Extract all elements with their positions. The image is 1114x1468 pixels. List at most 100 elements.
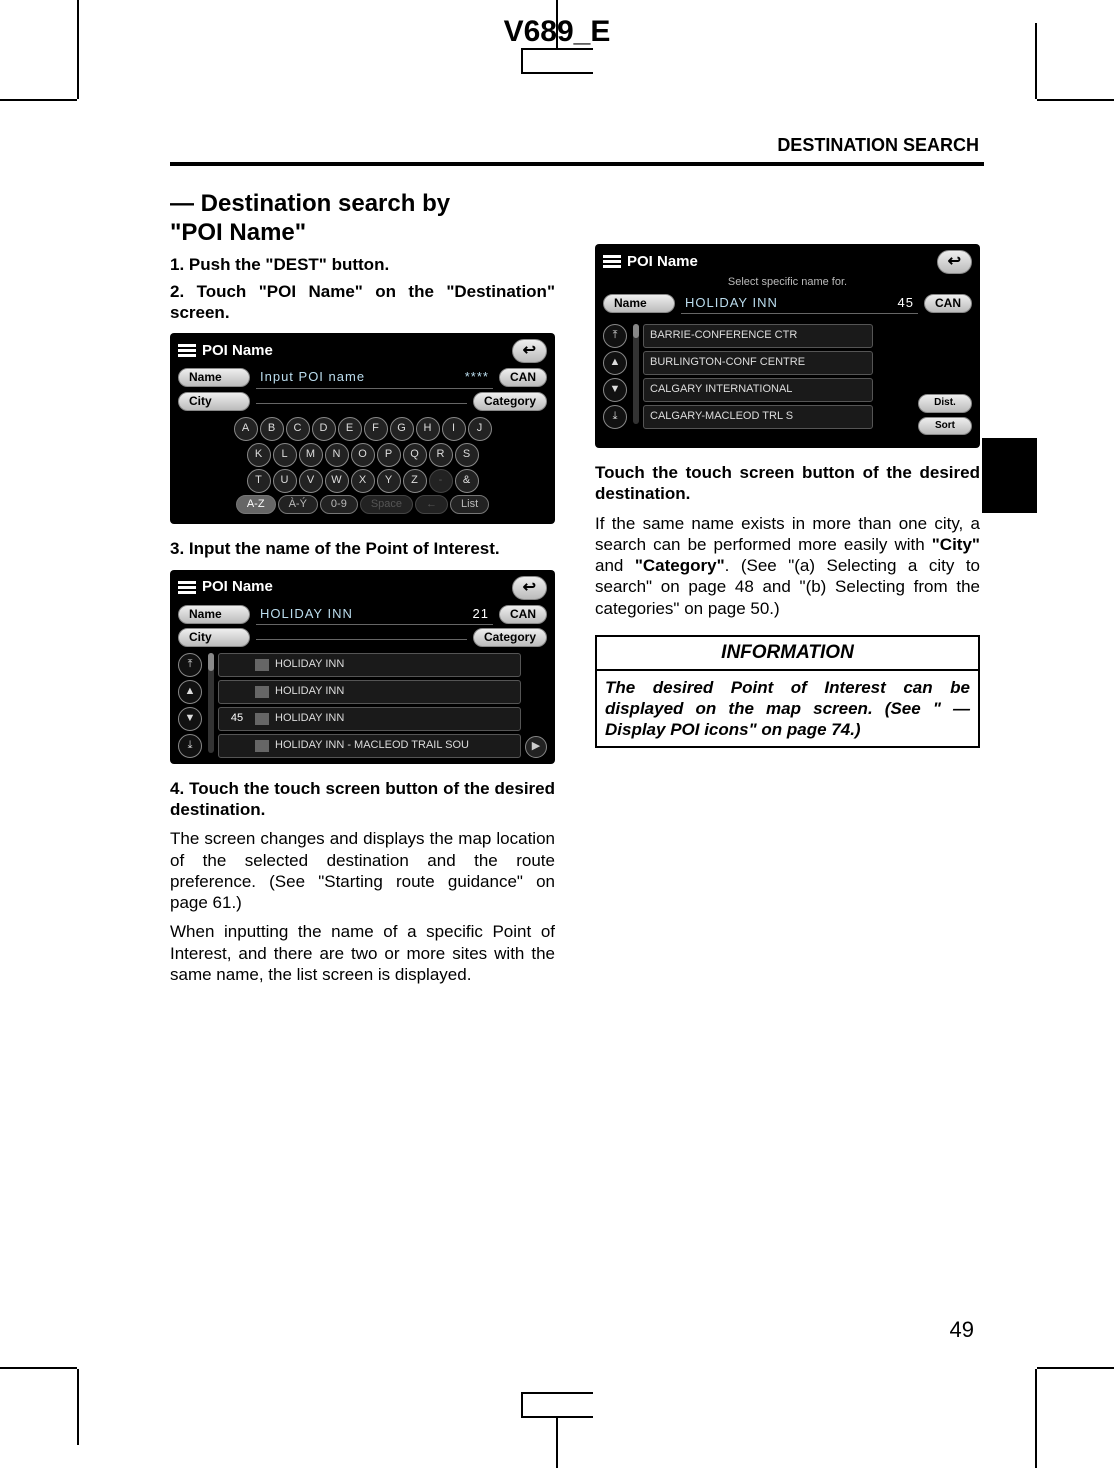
screen-title: POI Name xyxy=(627,253,931,272)
dist-button[interactable]: Dist. xyxy=(918,394,972,413)
back-button[interactable]: ↩ xyxy=(937,250,972,274)
section-title: — Destination search by "POI Name" xyxy=(170,190,555,248)
list-item[interactable]: HOLIDAY INN xyxy=(218,680,521,704)
screenshot-poi-results: POI Name ↩ Name HOLIDAY INN 21 CAN City … xyxy=(170,570,555,764)
city-input[interactable] xyxy=(256,399,467,404)
category-button[interactable]: Category xyxy=(473,392,547,411)
next-page-button[interactable]: ▶ xyxy=(525,736,547,758)
list-item[interactable]: BARRIE-CONFERENCE CTR xyxy=(643,324,873,348)
list-item-count: 45 xyxy=(225,712,249,726)
list-item[interactable]: BURLINGTON-CONF CENTRE xyxy=(643,351,873,375)
scroll-down-button[interactable]: ▼ xyxy=(603,378,627,402)
name-button[interactable]: Name xyxy=(178,605,250,624)
r2c: and xyxy=(595,556,635,575)
city-button[interactable]: City xyxy=(178,392,250,411)
scroll-bottom-button[interactable]: ⤓ xyxy=(603,405,627,429)
mode-accent-button[interactable]: À-Ý xyxy=(278,495,318,515)
city-button[interactable]: City xyxy=(178,628,250,647)
key-v[interactable]: V xyxy=(299,469,323,493)
name-input[interactable]: Input POI name **** xyxy=(256,367,493,388)
key-a[interactable]: A xyxy=(234,417,258,441)
key-h[interactable]: H xyxy=(416,417,440,441)
sort-button[interactable]: Sort xyxy=(918,417,972,436)
list-item[interactable]: CALGARY INTERNATIONAL xyxy=(643,378,873,402)
list-item[interactable]: CALGARY-MACLEOD TRL S xyxy=(643,405,873,429)
scroll-up-button[interactable]: ▲ xyxy=(178,680,202,704)
name-button[interactable]: Name xyxy=(603,294,675,313)
key--[interactable]: - xyxy=(429,469,453,493)
scroll-up-button[interactable]: ▲ xyxy=(603,351,627,375)
key-b[interactable]: B xyxy=(260,417,284,441)
scroll-bottom-button[interactable]: ⤓ xyxy=(178,734,202,758)
key-p[interactable]: P xyxy=(377,443,401,467)
result-count: 21 xyxy=(473,606,489,622)
key-c[interactable]: C xyxy=(286,417,310,441)
screenshot-poi-specific: POI Name ↩ Select specific name for. Nam… xyxy=(595,244,980,448)
back-button[interactable]: ↩ xyxy=(512,576,547,600)
list-item-label: CALGARY-MACLEOD TRL S xyxy=(650,410,793,424)
name-placeholder: Input POI name xyxy=(260,369,365,385)
scrollbar-thumb[interactable] xyxy=(633,324,639,338)
key-e[interactable]: E xyxy=(338,417,362,441)
list-item[interactable]: 45HOLIDAY INN xyxy=(218,707,521,731)
scrollbar[interactable] xyxy=(633,324,639,424)
key-n[interactable]: N xyxy=(325,443,349,467)
header-rule xyxy=(170,162,984,166)
mode-az-button[interactable]: A-Z xyxy=(236,495,276,515)
page-number: 49 xyxy=(950,1317,974,1343)
key-o[interactable]: O xyxy=(351,443,375,467)
key-u[interactable]: U xyxy=(273,469,297,493)
screen-title: POI Name xyxy=(202,342,506,361)
screen-title: POI Name xyxy=(202,578,506,597)
list-button[interactable]: List xyxy=(450,495,489,515)
key-y[interactable]: Y xyxy=(377,469,401,493)
scrollbar[interactable] xyxy=(208,653,214,753)
list-item[interactable]: HOLIDAY INN - MACLEOD TRAIL SOU xyxy=(218,734,521,758)
menu-icon xyxy=(603,255,621,269)
key-i[interactable]: I xyxy=(442,417,466,441)
list-item-label: BARRIE-CONFERENCE CTR xyxy=(650,329,797,343)
key-f[interactable]: F xyxy=(364,417,388,441)
step-3: 3. Input the name of the Point of Intere… xyxy=(170,538,555,559)
scroll-top-button[interactable]: ⤒ xyxy=(603,324,627,348)
region-button[interactable]: CAN xyxy=(499,605,547,624)
list-item[interactable]: HOLIDAY INN xyxy=(218,653,521,677)
space-button[interactable]: Space xyxy=(360,495,413,515)
back-icon: ↩ xyxy=(523,578,536,598)
key-x[interactable]: X xyxy=(351,469,375,493)
key-s[interactable]: S xyxy=(455,443,479,467)
key-j[interactable]: J xyxy=(468,417,492,441)
result-count: 45 xyxy=(898,295,914,311)
list-item-label: BURLINGTON-CONF CENTRE xyxy=(650,356,805,370)
mode-num-button[interactable]: 0-9 xyxy=(320,495,358,515)
name-button[interactable]: Name xyxy=(178,368,250,387)
name-input[interactable]: HOLIDAY INN 21 xyxy=(256,604,493,625)
list-item-label: HOLIDAY INN xyxy=(275,658,344,672)
step-4: 4. Touch the touch screen button of the … xyxy=(170,778,555,821)
key-&[interactable]: & xyxy=(455,469,479,493)
back-icon: ↩ xyxy=(523,341,536,361)
key-q[interactable]: Q xyxy=(403,443,427,467)
poi-category-icon xyxy=(255,659,269,671)
scroll-top-button[interactable]: ⤒ xyxy=(178,653,202,677)
key-r[interactable]: R xyxy=(429,443,453,467)
key-w[interactable]: W xyxy=(325,469,349,493)
scrollbar-thumb[interactable] xyxy=(208,653,214,671)
category-button[interactable]: Category xyxy=(473,628,547,647)
key-l[interactable]: L xyxy=(273,443,297,467)
key-k[interactable]: K xyxy=(247,443,271,467)
region-button[interactable]: CAN xyxy=(499,368,547,387)
right-instruction: Touch the touch screen button of the des… xyxy=(595,462,980,505)
back-button[interactable]: ↩ xyxy=(512,339,547,363)
backspace-button[interactable]: ← xyxy=(415,495,448,515)
region-button[interactable]: CAN xyxy=(924,294,972,313)
key-m[interactable]: M xyxy=(299,443,323,467)
key-g[interactable]: G xyxy=(390,417,414,441)
r2a: If the same name exists in more than one… xyxy=(595,514,980,554)
key-t[interactable]: T xyxy=(247,469,271,493)
key-z[interactable]: Z xyxy=(403,469,427,493)
name-input[interactable]: HOLIDAY INN 45 xyxy=(681,293,918,314)
city-input[interactable] xyxy=(256,635,467,640)
key-d[interactable]: D xyxy=(312,417,336,441)
scroll-down-button[interactable]: ▼ xyxy=(178,707,202,731)
